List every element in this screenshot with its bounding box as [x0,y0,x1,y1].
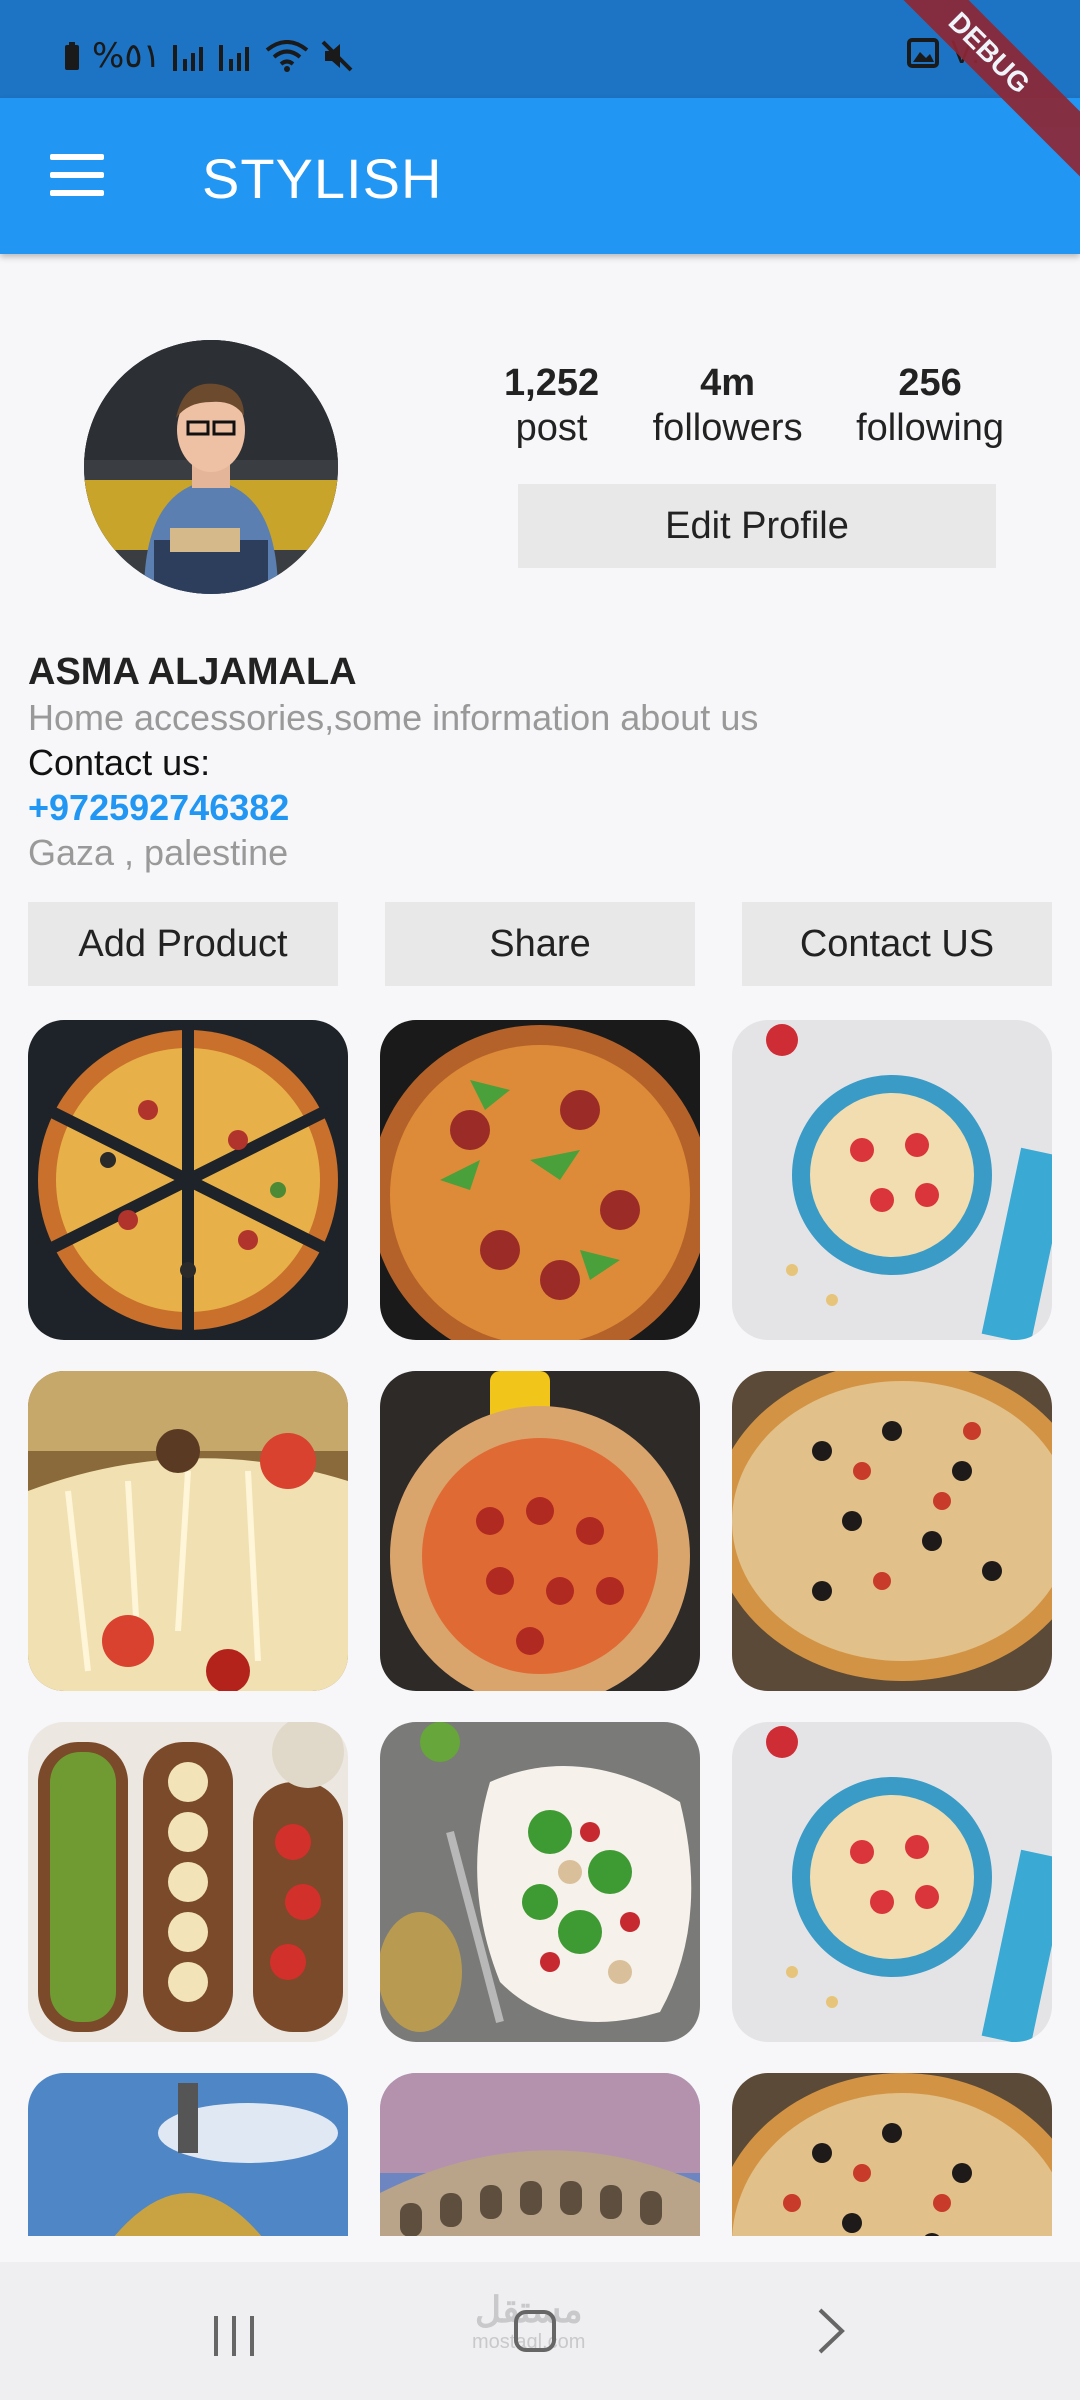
stat-label: followers [652,407,803,449]
grid-photo[interactable] [380,1371,700,1691]
profile-location: Gaza , palestine [28,832,289,873]
grid-photo[interactable] [380,2073,700,2236]
stat-label: post [515,407,588,449]
battery-icon [65,42,79,70]
profile-actions: Add Product Share Contact US [28,902,1052,986]
stat-label: following [856,407,1004,449]
signal-icon [172,45,203,71]
cereal-bowl-strawberries-photo [732,1020,1052,1340]
grid-photo[interactable] [732,1020,1052,1340]
stat-following[interactable]: 256 following [856,362,1004,450]
mute-icon [321,40,353,72]
stat-value: 1,252 [504,362,600,404]
avatar[interactable] [84,340,338,594]
cereal-bowl-strawberries-photo-2 [732,1722,1052,2042]
stat-value: 256 [898,362,962,404]
system-nav-bar: مستقل mostaql.com [0,2262,1080,2400]
olive-pizza-board-photo [732,1371,1052,1691]
battery-text: %٥١ [92,36,161,76]
stat-posts[interactable]: 1,252 post [504,362,599,450]
photo-grid [28,1020,1052,2236]
app-title: STYLISH [202,147,443,210]
signal-icon-2 [218,45,249,71]
stat-followers[interactable]: 4m followers [653,362,803,450]
wifi-icon [265,40,309,72]
grid-photo[interactable] [380,1722,700,2042]
profile-description: Home accessories,some information about … [28,697,759,738]
phone-link[interactable]: +972592746382 [28,785,758,830]
add-product-button[interactable]: Add Product [28,902,338,986]
edit-profile-button[interactable]: Edit Profile [518,484,996,568]
colosseum-photo [380,2073,700,2236]
home-button[interactable] [514,2310,556,2352]
tuna-salad-photo [380,1722,700,2042]
grid-photo[interactable] [28,1020,348,1340]
hot-dog-crust-pizza-photo [380,1371,700,1691]
app-bar: STYLISH [0,98,1080,254]
contact-label: Contact us: [28,742,211,783]
menu-icon[interactable] [50,154,104,198]
olive-pizza-photo-2 [732,2073,1052,2236]
stat-value: 4m [700,362,756,404]
avatar-photo [84,340,338,594]
pizza-sliced-dark-photo [28,1020,348,1340]
app-screen: %٥١ V: STYLISH DEBUG [0,0,1080,2400]
image-icon [906,37,939,68]
grid-photo[interactable] [732,1371,1052,1691]
contact-us-button[interactable]: Contact US [742,902,1052,986]
profile-bio: ASMA ALJAMALA Home accessories,some info… [28,650,758,875]
grid-photo[interactable] [28,1371,348,1691]
grid-photo[interactable] [28,1722,348,2042]
grid-photo[interactable] [732,1722,1052,2042]
profile-stats: 1,252 post 4m followers 256 following [504,362,1004,450]
palace-dome-photo [28,2073,348,2236]
cheese-pull-pizza-photo [28,1371,348,1691]
grid-photo[interactable] [732,2073,1052,2236]
grid-photo[interactable] [380,1020,700,1340]
share-button[interactable]: Share [385,902,695,986]
avocado-banana-toast-photo [28,1722,348,2042]
profile-name: ASMA ALJAMALA [28,651,357,693]
recent-apps-button[interactable] [214,2316,254,2356]
pizza-pepperoni-arugula-photo [380,1020,700,1340]
status-left: %٥١ [64,36,355,76]
grid-photo[interactable] [28,2073,348,2236]
back-chevron-icon[interactable] [816,2306,846,2356]
